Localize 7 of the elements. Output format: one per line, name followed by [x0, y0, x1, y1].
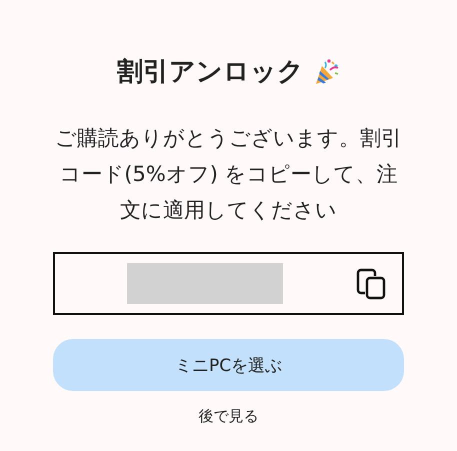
dialog-title: 割引アンロック [117, 56, 304, 89]
instruction-text: ご購読ありがとうございます。割引コード(5%オフ) をコピーして、注文に適用してください [54, 125, 403, 224]
code-field[interactable] [53, 252, 404, 315]
view-later-link[interactable]: 後で見る [198, 407, 258, 426]
copy-icon[interactable] [356, 268, 386, 300]
party-popper-icon [314, 58, 340, 86]
choose-mini-pc-button[interactable]: ミニPCを選ぶ [53, 339, 404, 391]
